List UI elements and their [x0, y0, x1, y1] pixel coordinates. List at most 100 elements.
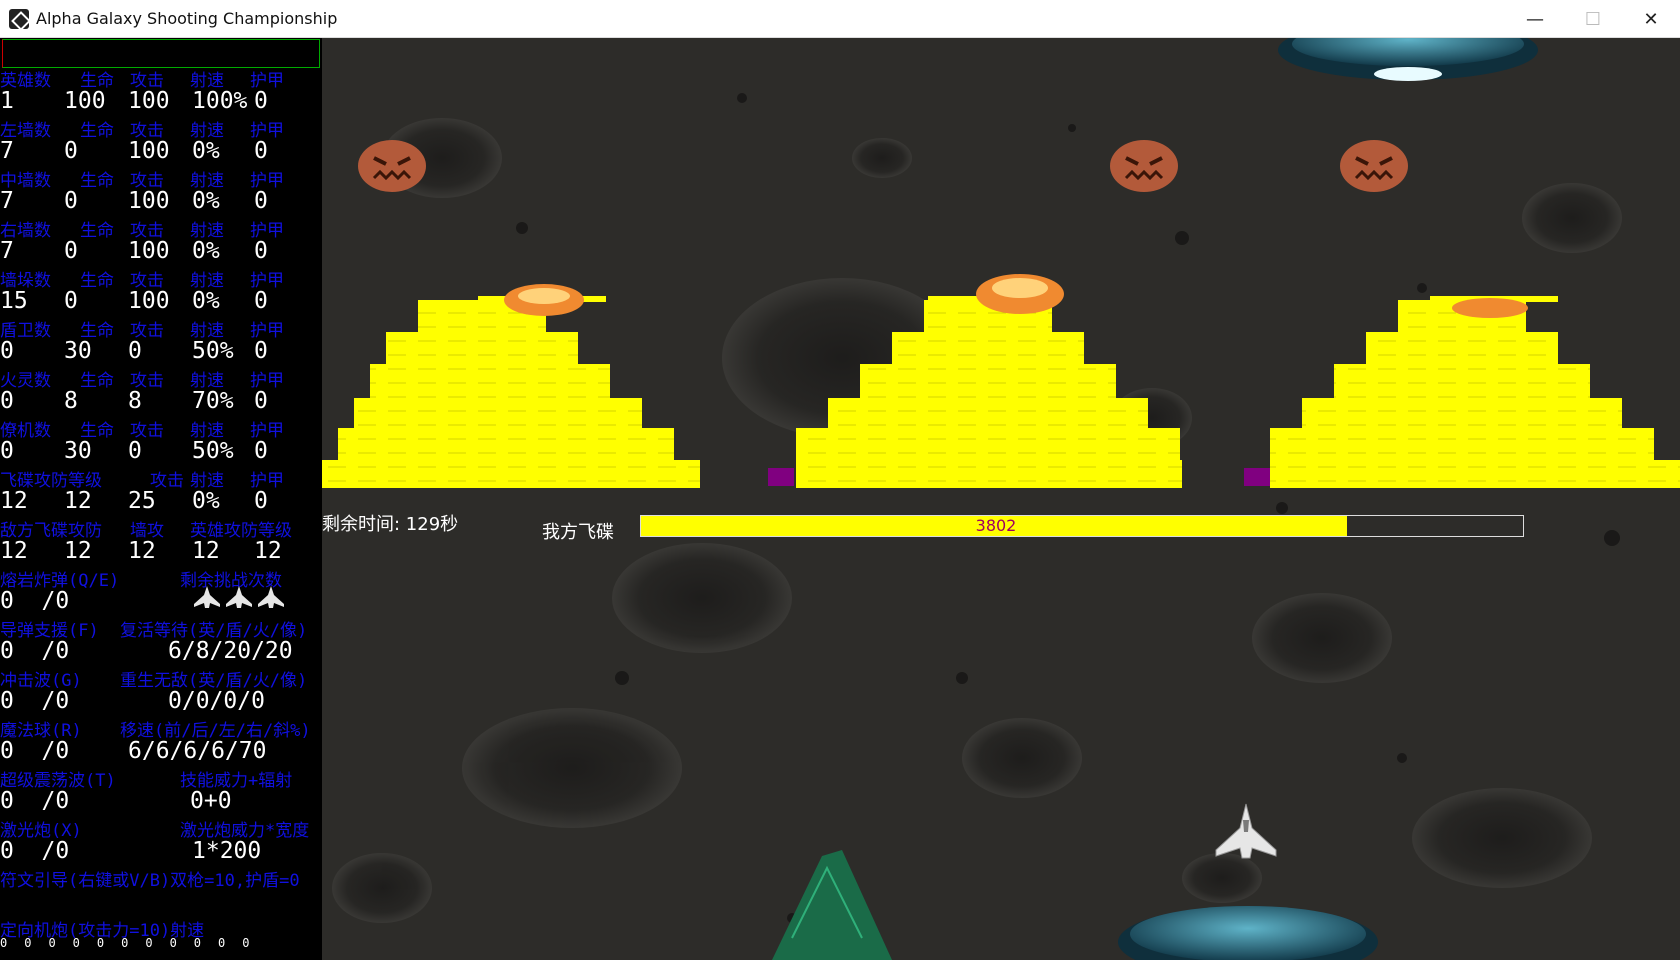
stat-header-row: 左墙数 生命 攻击 射速 护甲 [0, 116, 322, 141]
life-ship-icon [258, 586, 284, 608]
stat-value-row: 1 100 100 100% 0 [0, 88, 322, 116]
stat-value-cell: 50% [192, 338, 234, 364]
stat-header-row: 火灵数 生命 攻击 射速 护甲 [0, 366, 322, 391]
stat-value-cell: 0 [254, 238, 268, 264]
skill-value-row: 0 /0 [0, 586, 322, 616]
stat-value-cell: 0 [254, 188, 268, 214]
stat-value-cell: 30 [64, 438, 92, 464]
stat-value-cell: 0 [64, 288, 78, 314]
skill-header-row: 激光炮(X) 激光炮威力*宽度 [0, 816, 322, 841]
stat-value-cell: 0 [254, 138, 268, 164]
ufo-hp-bar: 3802 [640, 515, 1524, 537]
stat-value-cell: 100 [128, 288, 170, 314]
stat-value-cell: 0 [254, 288, 268, 314]
skill-value-row: 0 /0 0+0 [0, 788, 322, 816]
stat-value-cell: 0 [128, 338, 142, 364]
stat-value-row: 0 30 0 50% 0 [0, 338, 322, 366]
stat-value-cell: 0 [64, 188, 78, 214]
skill-count-value: 0 /0 [0, 688, 70, 714]
skill-info-value: 6/6/6/6/70 [128, 738, 267, 764]
yellow-castle-walls [322, 296, 1680, 488]
stat-value-cell: 0 [254, 88, 268, 114]
stat-value-cell: 30 [64, 338, 92, 364]
game-canvas[interactable]: 剩余时间: 129秒 我方飞碟 3802 英雄数 生命 攻击 射速 护甲 1 100 100 1… [0, 38, 1680, 960]
stat-header-row: 僚机数 生命 攻击 射速 护甲 [0, 416, 322, 441]
stat-value-cell: 12 [128, 538, 156, 564]
stat-value-cell: 100 [128, 138, 170, 164]
stat-value-row: 0 8 8 70% 0 [0, 388, 322, 416]
skill-count-value: 0 /0 [0, 588, 70, 614]
skill-value-row: 0 /0 0/0/0/0 [0, 688, 322, 716]
wall-gate-left [768, 468, 794, 486]
stat-value-cell: 100% [192, 88, 248, 114]
skill-header-row: 魔法球(R) 移速(前/后/左/右/斜%) [0, 716, 322, 741]
stat-header-row: 墙垛数 生命 攻击 射速 护甲 [0, 266, 322, 291]
stats-panel: 英雄数 生命 攻击 射速 护甲 1 100 100 100% 0 左墙数 生命 攻击 射速 护甲 7 0 100 0… [0, 38, 322, 960]
skill-value-row: 0 /0 6/8/20/20 [0, 638, 322, 666]
stat-value-cell: 12 [0, 488, 28, 514]
stat-value-cell: 12 [192, 538, 220, 564]
stat-value-cell: 100 [128, 188, 170, 214]
skill-header-row: 超级震荡波(T) 技能威力+辐射 [0, 766, 322, 791]
skill-header-row: 导弹支援(F) 复活等待(英/盾/火/像) [0, 616, 322, 641]
skill-count-value: 0 /0 [0, 838, 70, 864]
ufo-hp-value: 3802 [975, 516, 1017, 535]
stat-value-cell: 0% [192, 238, 220, 264]
stat-value-cell: 0 [0, 388, 14, 414]
skill-info-value: 0/0/0/0 [168, 688, 265, 714]
skill-count-value: 0 /0 [0, 738, 70, 764]
skill-header-row: 冲击波(G) 重生无敌(英/盾/火/像) [0, 666, 322, 691]
stat-value-cell: 0% [192, 288, 220, 314]
stat-value-cell: 0 [64, 138, 78, 164]
time-remaining-text: 剩余时间: 129秒 [322, 514, 459, 535]
close-button[interactable]: ✕ [1622, 0, 1680, 38]
stat-value-cell: 1 [0, 88, 14, 114]
wall-gate-right [1244, 468, 1270, 486]
life-ship-icon [194, 586, 220, 608]
stat-value-cell: 100 [64, 88, 106, 114]
stat-value-cell: 0 [64, 238, 78, 264]
stats-top-box [2, 39, 320, 68]
stat-header-row: 右墙数 生命 攻击 射速 护甲 [0, 216, 322, 241]
stat-value-cell: 0 [254, 338, 268, 364]
minimize-button[interactable]: — [1506, 0, 1564, 38]
stat-value-cell: 7 [0, 138, 14, 164]
stat-value-cell: 8 [128, 388, 142, 414]
stat-value-cell: 0 [254, 488, 268, 514]
window-title: Alpha Galaxy Shooting Championship [36, 9, 338, 28]
stat-value-row: 15 0 100 0% 0 [0, 288, 322, 316]
stat-value-cell: 0 [254, 388, 268, 414]
skill-value-row: 0 /0 6/6/6/6/70 [0, 738, 322, 766]
moon-surface-background [322, 38, 1680, 960]
turret-line: 定向机炮(攻击力=10)射速 [0, 921, 205, 941]
skill-count-value: 0 /0 [0, 788, 70, 814]
maximize-button[interactable]: ☐ [1564, 0, 1622, 38]
stat-value-cell: 0% [192, 188, 220, 214]
stat-value-cell: 12 [64, 538, 92, 564]
stat-value-cell: 100 [128, 88, 170, 114]
bottom-counter-row: 00000000000 [0, 936, 267, 950]
stat-value-cell: 12 [254, 538, 282, 564]
stat-value-cell: 12 [64, 488, 92, 514]
title-bar[interactable]: Alpha Galaxy Shooting Championship — ☐ ✕ [0, 0, 1680, 38]
stat-value-cell: 100 [128, 238, 170, 264]
stat-header-row: 英雄数 生命 攻击 射速 护甲 [0, 66, 322, 91]
app-icon [9, 9, 29, 29]
stat-value-cell: 15 [0, 288, 28, 314]
stat-value-row: 7 0 100 0% 0 [0, 138, 322, 166]
stat-value-row: 12 12 12 12 12 [0, 538, 322, 566]
stat-value-cell: 50% [192, 438, 234, 464]
stat-value-row: 7 0 100 0% 0 [0, 238, 322, 266]
stat-value-cell: 0 [128, 438, 142, 464]
stat-value-cell: 0 [0, 438, 14, 464]
our-ufo-label: 我方飞碟 [542, 522, 614, 543]
skill-info-value: 1*200 [192, 838, 262, 864]
stat-value-cell: 12 [0, 538, 28, 564]
stat-header-row: 敌方飞碟攻防 墙攻 英雄攻防等级 [0, 516, 322, 541]
stat-header-row: 盾卫数 生命 攻击 射速 护甲 [0, 316, 322, 341]
stat-value-cell: 0% [192, 138, 220, 164]
skill-value-row: 0 /0 1*200 [0, 838, 322, 866]
life-ship-icon [226, 586, 252, 608]
stat-value-cell: 0 [0, 338, 14, 364]
skill-header-row: 熔岩炸弹(Q/E) 剩余挑战次数 [0, 566, 322, 591]
